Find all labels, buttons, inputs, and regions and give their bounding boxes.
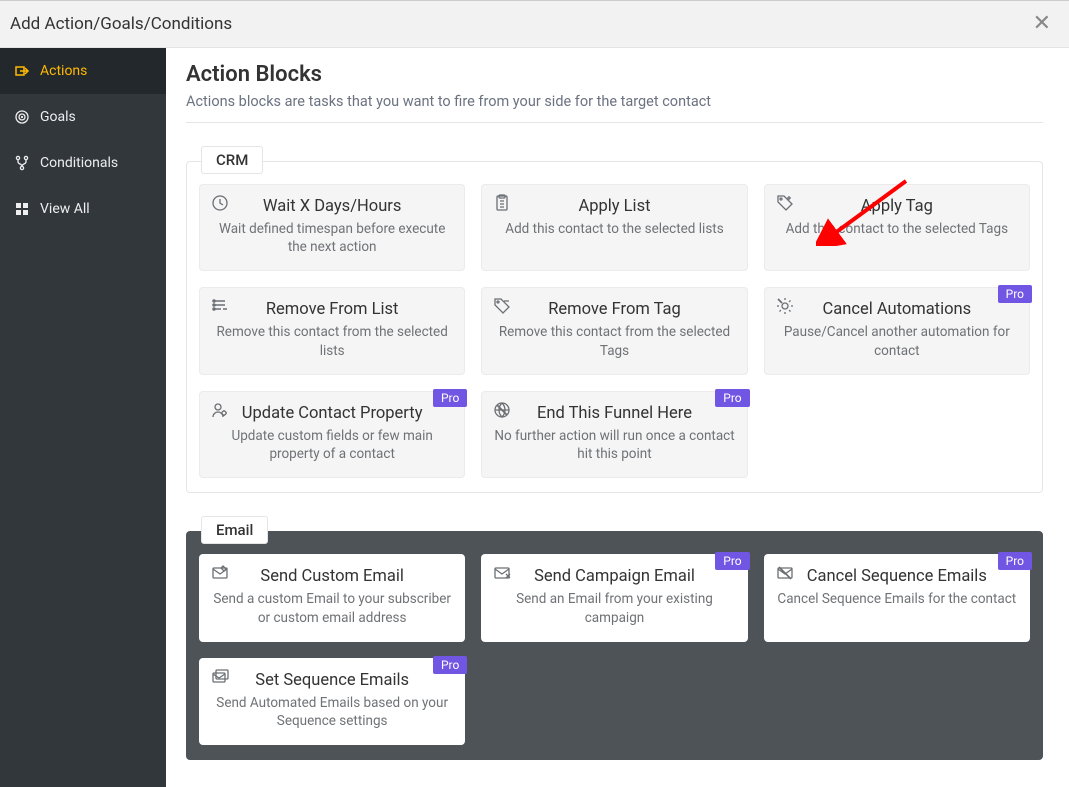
card-title: Update Contact Property	[212, 404, 452, 423]
card-apply-tag[interactable]: Apply Tag Add this contact to the select…	[764, 184, 1030, 271]
branch-icon	[14, 155, 30, 171]
page-subtitle: Actions blocks are tasks that you want t…	[186, 93, 1043, 123]
card-desc: Wait defined timespan before execute the…	[212, 220, 452, 256]
clock-icon	[210, 193, 230, 217]
pro-badge: Pro	[715, 552, 749, 570]
card-desc: Remove this contact from the selected li…	[212, 323, 452, 359]
mail-cancel-icon	[775, 563, 795, 587]
card-title: Apply List	[494, 197, 734, 216]
dialog-title: Add Action/Goals/Conditions	[10, 14, 232, 34]
card-wait-x-days[interactable]: Wait X Days/Hours Wait defined timespan …	[199, 184, 465, 271]
gear-cancel-icon	[775, 296, 795, 320]
card-cancel-sequence-emails[interactable]: Pro Cancel Sequence Emails Cancel Sequen…	[764, 554, 1030, 641]
group-crm: CRM Wait X Days/Hours Wait defined times…	[186, 161, 1043, 493]
card-remove-from-list[interactable]: Remove From List Remove this contact fro…	[199, 287, 465, 374]
card-send-campaign-email[interactable]: Pro Send Campaign Email Send an Email fr…	[481, 554, 747, 641]
sidebar-item-conditionals[interactable]: Conditionals	[0, 140, 166, 186]
cards-email: Send Custom Email Send a custom Email to…	[199, 554, 1030, 745]
list-remove-icon	[210, 296, 230, 320]
sidebar-item-label: Actions	[40, 63, 87, 79]
group-label-crm: CRM	[201, 146, 263, 174]
card-remove-from-tag[interactable]: Remove From Tag Remove this contact from…	[481, 287, 747, 374]
card-title: Send Campaign Email	[494, 567, 734, 586]
dialog-header: Add Action/Goals/Conditions ✕	[0, 0, 1069, 48]
card-title: Set Sequence Emails	[212, 671, 452, 690]
card-send-custom-email[interactable]: Send Custom Email Send a custom Email to…	[199, 554, 465, 641]
card-set-sequence-emails[interactable]: Pro Set Sequence Emails Send Automated E…	[199, 658, 465, 745]
card-desc: Update custom fields or few main propert…	[212, 427, 452, 463]
card-update-contact-property[interactable]: Pro Update Contact Property Update custo…	[199, 391, 465, 478]
card-desc: Send an Email from your existing campaig…	[494, 590, 734, 626]
card-title: Wait X Days/Hours	[212, 197, 452, 216]
tag-add-icon	[775, 193, 795, 217]
group-label-email: Email	[201, 516, 268, 544]
grid-icon	[14, 201, 30, 217]
card-desc: No further action will run once a contac…	[494, 427, 734, 463]
clipboard-icon	[492, 193, 512, 217]
card-desc: Add this contact to the selected lists	[494, 220, 734, 238]
card-cancel-automations[interactable]: Pro Cancel Automations Pause/Cancel anot…	[764, 287, 1030, 374]
pro-badge: Pro	[998, 285, 1032, 303]
sidebar-item-goals[interactable]: Goals	[0, 94, 166, 140]
pro-badge: Pro	[433, 389, 467, 407]
close-icon[interactable]: ✕	[1033, 13, 1051, 35]
card-desc: Send a custom Email to your subscriber o…	[212, 590, 452, 626]
mail-send-icon	[492, 563, 512, 587]
sidebar-item-label: Conditionals	[40, 155, 118, 171]
card-title: Apply Tag	[777, 197, 1017, 216]
pro-badge: Pro	[715, 389, 749, 407]
sidebar-item-label: Goals	[40, 109, 76, 125]
card-desc: Cancel Sequence Emails for the contact	[777, 590, 1017, 608]
pro-badge: Pro	[433, 656, 467, 674]
card-end-funnel[interactable]: Pro End This Funnel Here No further acti…	[481, 391, 747, 478]
sidebar-item-actions[interactable]: Actions	[0, 48, 166, 94]
card-desc: Pause/Cancel another automation for cont…	[777, 323, 1017, 359]
main-panel: Action Blocks Actions blocks are tasks t…	[166, 48, 1069, 787]
page-title: Action Blocks	[186, 62, 1043, 87]
card-title: Cancel Sequence Emails	[777, 567, 1017, 586]
globe-stop-icon	[492, 400, 512, 424]
card-title: Send Custom Email	[212, 567, 452, 586]
card-desc: Add this contact to the selected Tags	[777, 220, 1017, 238]
target-icon	[14, 109, 30, 125]
dialog-body: Actions Goals Conditionals	[0, 48, 1069, 787]
mail-edit-icon	[210, 563, 230, 587]
card-title: End This Funnel Here	[494, 404, 734, 423]
sidebar-item-label: View All	[40, 201, 90, 217]
tag-remove-icon	[492, 296, 512, 320]
user-edit-icon	[210, 400, 230, 424]
card-title: Remove From Tag	[494, 300, 734, 319]
cards-crm: Wait X Days/Hours Wait defined timespan …	[199, 184, 1030, 478]
action-enter-icon	[14, 63, 30, 79]
card-apply-list[interactable]: Apply List Add this contact to the selec…	[481, 184, 747, 271]
card-title: Remove From List	[212, 300, 452, 319]
pro-badge: Pro	[998, 552, 1032, 570]
mail-sequence-icon	[210, 667, 230, 691]
card-desc: Remove this contact from the selected Ta…	[494, 323, 734, 359]
sidebar: Actions Goals Conditionals	[0, 48, 166, 787]
card-title: Cancel Automations	[777, 300, 1017, 319]
card-desc: Send Automated Emails based on your Sequ…	[212, 694, 452, 730]
sidebar-item-view-all[interactable]: View All	[0, 186, 166, 232]
group-email: Email Send Custom Email Send a custom Em…	[186, 531, 1043, 760]
